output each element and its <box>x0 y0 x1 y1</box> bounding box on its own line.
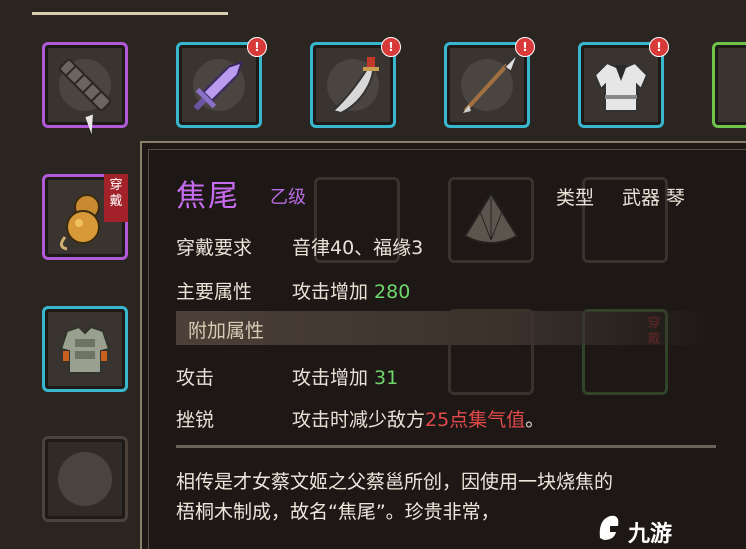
requirement-row: 穿戴要求 音律40、福缘3 <box>176 233 423 260</box>
attack-label: 攻击 <box>176 367 215 389</box>
requirement-label: 穿戴要求 <box>176 237 253 259</box>
folding-fan-icon <box>463 192 519 244</box>
requirement-value: 音律40、福缘3 <box>292 237 424 259</box>
tooltip-divider <box>176 445 716 448</box>
main-attr-row: 主要属性 攻击增加 280 <box>176 277 410 304</box>
tab-underline <box>32 12 228 15</box>
sharp-text: 攻击时减少敌方 <box>292 409 426 431</box>
type-label: 类型 <box>556 187 595 209</box>
main-attr-value: 攻击增加 280 <box>292 277 410 304</box>
item-slot-armor[interactable] <box>42 306 128 392</box>
item-tooltip: 穿戴 焦尾 乙级 类型 武器 琴 穿戴要求 音律40、福缘3 主要属性 攻击增加… <box>140 141 746 549</box>
item-slot-scroll-bundle[interactable] <box>42 42 128 128</box>
ghost-slot <box>448 177 534 263</box>
robe-icon <box>593 61 649 112</box>
watermark-logo-icon <box>599 515 619 540</box>
sharp-row: 挫锐 攻击时减少敌方25点集气值。 <box>176 405 544 432</box>
item-slot-gourd-equipped[interactable]: 穿戴 <box>42 174 128 260</box>
main-attr-text: 攻击增加 <box>292 281 375 303</box>
sharp-label: 挫锐 <box>176 409 215 431</box>
attack-value: 攻击增加 31 <box>292 363 398 390</box>
attack-row: 攻击 攻击增加 31 <box>176 363 398 390</box>
watermark-text: 九游 <box>628 522 673 547</box>
item-slot-empty[interactable] <box>42 436 128 522</box>
item-slot-spear[interactable]: ! <box>444 37 535 128</box>
new-item-alert-icon: ! <box>247 37 267 57</box>
item-name: 焦尾 <box>176 179 240 214</box>
new-item-alert-icon: ! <box>649 37 669 57</box>
sharp-value: 攻击时减少敌方25点集气值。 <box>292 405 544 432</box>
item-grade: 乙级 <box>270 187 306 208</box>
extra-attr-section: 附加属性 <box>176 311 716 345</box>
item-slot-robe[interactable]: ! <box>578 37 669 128</box>
attack-number: 31 <box>374 367 399 389</box>
sharp-text-end: 。 <box>525 409 545 431</box>
description-line-1: 相传是才女蔡文姬之父蔡邕所创，因使用一块烧焦的 <box>176 471 614 493</box>
empty-slot-placeholder <box>58 452 112 506</box>
type-value: 武器 琴 <box>622 187 686 209</box>
scroll-bundle-icon <box>59 59 111 111</box>
item-slot-broadsword[interactable]: ! <box>310 37 401 128</box>
item-slot-partial[interactable] <box>712 42 746 128</box>
spear-icon <box>461 54 518 113</box>
armor-icon <box>59 325 111 374</box>
main-attr-number: 280 <box>374 281 411 303</box>
new-item-alert-icon: ! <box>515 37 535 57</box>
new-item-alert-icon: ! <box>381 37 401 57</box>
purple-sword-icon <box>193 59 245 111</box>
equipped-tag: 穿戴 <box>104 174 128 222</box>
main-attr-label: 主要属性 <box>176 281 253 303</box>
extra-attr-title: 附加属性 <box>188 320 265 342</box>
sharp-highlight: 25点集气值 <box>425 409 526 431</box>
broadsword-icon <box>327 57 379 115</box>
attack-text: 攻击增加 <box>292 367 375 389</box>
item-slot-purple-sword[interactable]: ! <box>176 37 267 128</box>
